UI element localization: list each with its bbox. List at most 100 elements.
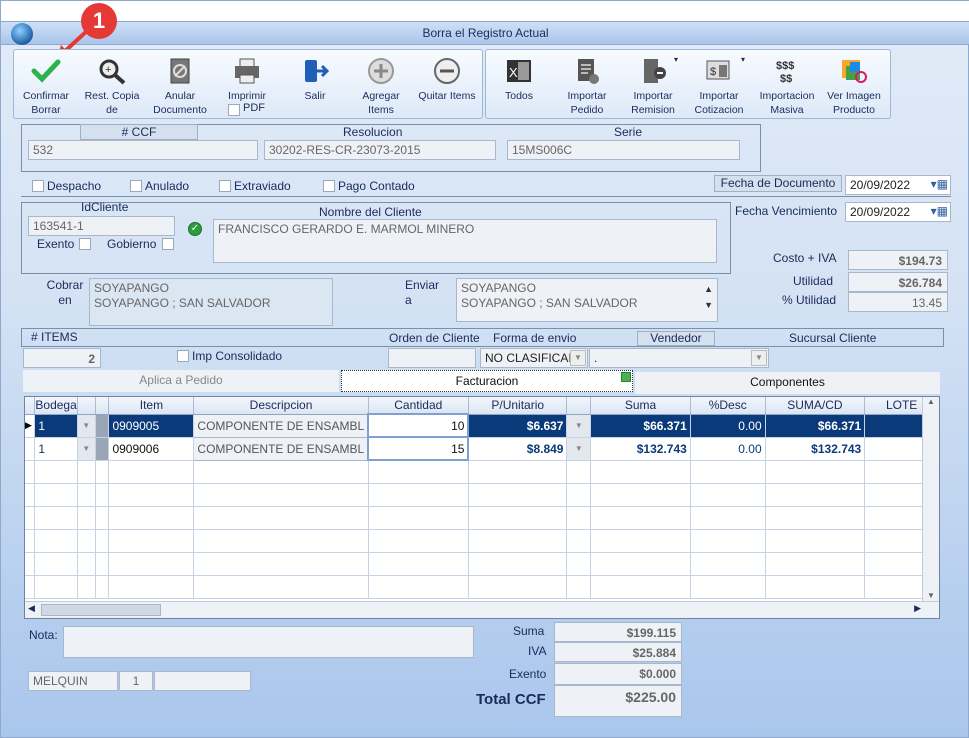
cotizacion-dropdown-arrow[interactable]: ▾ xyxy=(741,55,745,64)
col-punitario[interactable]: P/Unitario xyxy=(468,397,568,415)
cell-punitario[interactable]: $8.849 xyxy=(468,437,568,461)
agregar-items-button[interactable]: Agregar Items xyxy=(350,53,412,117)
forma-envio-select[interactable]: NO CLASIFICAI ▼ xyxy=(480,348,588,368)
nombre-cliente-label: Nombre del Cliente xyxy=(319,205,422,219)
punit-dropdown[interactable]: ▼ xyxy=(566,437,592,461)
validated-icon[interactable]: ✓ xyxy=(188,222,202,236)
remision-dropdown-arrow[interactable]: ▾ xyxy=(674,55,678,64)
empty-row xyxy=(25,575,939,599)
tab-componentes[interactable]: Componentes xyxy=(635,372,940,394)
cell-cantidad[interactable]: 10 xyxy=(367,413,470,438)
fecha-doc-label: Fecha de Documento xyxy=(714,175,842,192)
scroll-arrows-icon[interactable]: ▲ ▼ xyxy=(704,281,713,313)
vendedor-select[interactable]: . ▼ xyxy=(589,348,769,368)
resolucion-field[interactable]: 30202-RES-CR-23073-2015 xyxy=(264,140,496,160)
col-blank-3 xyxy=(566,397,592,415)
col-cantidad[interactable]: Cantidad xyxy=(368,397,469,415)
imp-consolidado-checkbox[interactable] xyxy=(177,350,189,362)
cell-item[interactable]: 0909006 xyxy=(108,437,195,461)
bodega-dropdown[interactable]: ▼ xyxy=(77,414,96,438)
suma-label: Suma xyxy=(513,624,545,638)
cell-cantidad[interactable]: 15 xyxy=(367,436,470,461)
cell-punitario[interactable]: $6.637 xyxy=(468,414,568,438)
fecha-doc-value: 20/09/2022 xyxy=(850,178,911,192)
rest-copia-button[interactable]: + Rest. Copia de xyxy=(81,53,143,117)
enviar-label: Enviar a xyxy=(405,278,440,307)
cell-desc[interactable]: 0.00 xyxy=(690,414,766,438)
horizontal-scrollbar[interactable]: ◀ ▶ xyxy=(25,601,939,618)
empty-row xyxy=(25,552,939,576)
calendar-icon[interactable]: ▾▦ xyxy=(931,177,948,191)
anulado-label: Anulado xyxy=(145,179,190,193)
col-suma[interactable]: Suma xyxy=(590,397,691,415)
plus-circle-icon xyxy=(368,58,394,84)
extraviado-checkbox[interactable] xyxy=(219,180,231,192)
salir-button[interactable]: Salir xyxy=(284,53,346,103)
tab-facturacion[interactable]: Facturacion xyxy=(341,370,633,392)
cobrar-field[interactable]: SOYAPANGO SOYAPANGO ; SAN SALVADOR xyxy=(89,278,333,326)
iva-label: IVA xyxy=(528,644,547,658)
tab-aplica-pedido[interactable]: Aplica a Pedido xyxy=(23,370,339,392)
cell-desc[interactable]: 0.00 xyxy=(690,437,766,461)
cotizacion-icon: $ xyxy=(706,60,730,80)
cell-bodega[interactable]: 1 xyxy=(34,414,78,438)
anulado-checkbox[interactable] xyxy=(130,180,142,192)
svg-text:$$$: $$$ xyxy=(776,60,794,72)
exento-total-label: Exento xyxy=(509,667,547,681)
cell-descripcion[interactable]: COMPONENTE DE ENSAMBL xyxy=(193,436,369,461)
confirm-delete-button[interactable]: Confirmar Borrar xyxy=(15,53,77,117)
bodega-dropdown[interactable]: ▼ xyxy=(77,437,96,461)
ver-imagen-button[interactable]: Ver Imagen Producto xyxy=(823,53,885,117)
imprimir-button[interactable]: Imprimir xyxy=(216,53,278,103)
title-bar: Borra el Registro Actual xyxy=(1,21,969,45)
quitar-items-button[interactable]: Quitar Items xyxy=(416,53,478,103)
empty-row xyxy=(25,483,939,507)
table-row[interactable]: 1 ▼ 0909006 COMPONENTE DE ENSAMBL 15 $8.… xyxy=(25,436,939,461)
table-row[interactable]: ▶ 1 ▼ 0909005 COMPONENTE DE ENSAMBL 10 $… xyxy=(25,413,939,438)
col-descripcion[interactable]: Descripcion xyxy=(193,397,369,415)
cell-suma: $132.743 xyxy=(590,437,691,461)
importacion-masiva-button[interactable]: $$$ $$ Importacion Masiva xyxy=(756,53,818,117)
fecha-doc-field[interactable]: 20/09/2022 ▾▦ xyxy=(845,175,951,195)
cell-item[interactable]: 0909005 xyxy=(108,414,195,438)
cell-bodega[interactable]: 1 xyxy=(34,437,78,461)
col-sumacd[interactable]: SUMA/CD xyxy=(765,397,866,415)
image-search-icon xyxy=(842,60,867,83)
serie-label: Serie xyxy=(614,125,643,139)
pago-contado-checkbox[interactable] xyxy=(323,180,335,192)
document-import-icon xyxy=(578,59,599,84)
ccf-field[interactable]: 532 xyxy=(28,140,258,160)
idcliente-label: IdCliente xyxy=(81,200,129,214)
anular-button[interactable]: Anular Documento xyxy=(149,53,211,117)
items-label: # ITEMS xyxy=(31,330,78,344)
empty-row xyxy=(25,460,939,484)
fecha-venc-field[interactable]: 20/09/2022 ▾▦ xyxy=(845,202,951,222)
despacho-checkbox[interactable] xyxy=(32,180,44,192)
printer-icon xyxy=(235,58,259,84)
punit-dropdown[interactable]: ▼ xyxy=(566,414,592,438)
col-desc[interactable]: %Desc xyxy=(690,397,766,415)
utilidad-label: Utilidad xyxy=(793,274,834,288)
nombre-cliente-field[interactable]: FRANCISCO GERARDO E. MARMOL MINERO xyxy=(213,219,717,263)
vertical-scrollbar[interactable]: ▲ ▼ xyxy=(922,397,939,602)
importar-pedido-button[interactable]: Importar Pedido xyxy=(556,53,618,117)
todos-button[interactable]: X Todos xyxy=(488,53,550,103)
orden-cliente-field[interactable] xyxy=(388,348,476,368)
pdf-checkbox[interactable] xyxy=(228,104,240,116)
gobierno-checkbox[interactable] xyxy=(162,238,174,250)
nota-label: Nota: xyxy=(29,628,58,642)
exento-checkbox[interactable] xyxy=(79,238,91,250)
idcliente-field[interactable]: 163541-1 xyxy=(28,216,175,236)
calendar-icon[interactable]: ▾▦ xyxy=(931,204,948,218)
enviar-field[interactable]: SOYAPANGO SOYAPANGO ; SAN SALVADOR ▲ ▼ xyxy=(456,278,718,322)
cell-descripcion[interactable]: COMPONENTE DE ENSAMBL xyxy=(193,413,369,438)
col-bodega[interactable]: Bodega xyxy=(34,397,78,415)
serie-field[interactable]: 15MS006C xyxy=(507,140,740,160)
remision-icon xyxy=(644,59,666,83)
items-grid[interactable]: Bodega Item Descripcion Cantidad P/Unita… xyxy=(24,396,940,619)
vendedor-value: . xyxy=(594,351,598,365)
nota-field[interactable] xyxy=(63,626,474,658)
iva-field: $25.884 xyxy=(554,642,682,662)
col-item[interactable]: Item xyxy=(108,397,195,415)
utilidad-field: $26.784 xyxy=(848,272,948,292)
